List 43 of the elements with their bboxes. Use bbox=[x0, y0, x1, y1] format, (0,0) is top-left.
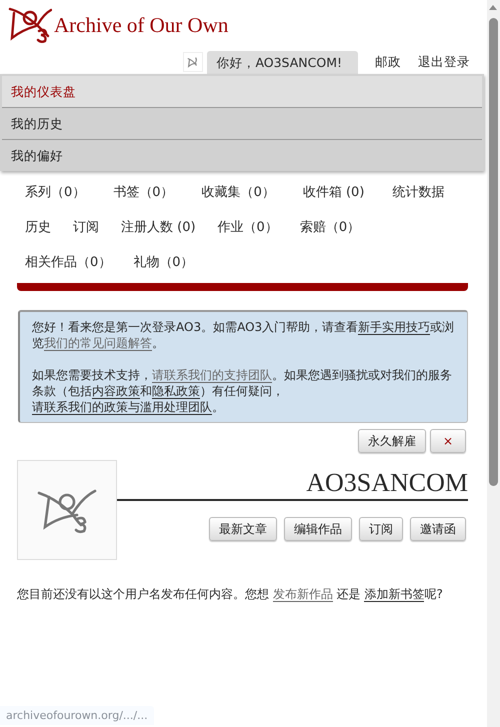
dashboard-link[interactable]: 书签（0） bbox=[113, 182, 174, 200]
scroll-up-icon[interactable] bbox=[489, 5, 497, 10]
dashboard-link[interactable]: 历史 bbox=[25, 218, 51, 236]
scrollbar[interactable] bbox=[487, 0, 500, 727]
user-icon[interactable] bbox=[183, 52, 204, 72]
dashboard-link[interactable]: 统计数据 bbox=[392, 182, 444, 200]
menu-item[interactable]: 我的偏好 bbox=[2, 140, 482, 171]
menu-item[interactable]: 我的仪表盘 bbox=[2, 76, 482, 108]
text-link[interactable]: 新手实用技巧 bbox=[358, 320, 430, 335]
dashboard-link[interactable]: 索赔（0） bbox=[300, 218, 360, 236]
close-button[interactable]: × bbox=[430, 429, 466, 453]
text-link[interactable]: 添加新书签 bbox=[364, 587, 424, 602]
username-heading: AO3SANCOM bbox=[117, 468, 468, 501]
text-link[interactable]: 发布新作品 bbox=[272, 587, 333, 602]
scroll-thumb[interactable] bbox=[489, 18, 498, 486]
profile-button[interactable]: 编辑作品 bbox=[284, 517, 352, 541]
dashboard-link[interactable]: 作业（0） bbox=[218, 218, 278, 236]
text-link[interactable]: 隐私政策 bbox=[152, 384, 200, 399]
nav-link[interactable]: 退出登录 bbox=[418, 54, 470, 70]
empty-message: 您目前还没有以这个用户名发布任何内容。您想 发布新作品 还是 添加新书签呢? bbox=[17, 586, 444, 603]
dashboard-link[interactable]: 收藏集（0） bbox=[202, 182, 275, 200]
avatar-icon bbox=[17, 460, 117, 560]
dashboard-link[interactable]: 订阅 bbox=[73, 218, 99, 236]
profile-button[interactable]: 最新文章 bbox=[209, 517, 277, 541]
greeting-tab[interactable]: 你好，AO3SANCOM! bbox=[207, 51, 358, 75]
text-link[interactable]: 请联系我们的政策与滥用处理团队 bbox=[32, 400, 212, 415]
dashboard-link[interactable]: 注册人数 (0) bbox=[121, 218, 196, 236]
dismiss-button[interactable]: 永久解雇 bbox=[358, 429, 426, 453]
profile-button[interactable]: 邀请函 bbox=[410, 517, 466, 541]
notice-text: 您好！看来您是第一次登录AO3。如需AO3入门帮助，请查看新手实用技巧或浏览我们的常见问题解答。 bbox=[32, 319, 456, 351]
menu-item[interactable]: 我的历史 bbox=[2, 108, 482, 140]
dashboard-link[interactable]: 系列（0） bbox=[25, 182, 86, 200]
status-url: archiveofourown.org/.../... bbox=[0, 706, 154, 725]
dashboard-link[interactable]: 收件箱 (0) bbox=[302, 182, 364, 200]
text-link[interactable]: 我们的常见问题解答 bbox=[44, 336, 152, 351]
site-title[interactable]: Archive of Our Own bbox=[54, 13, 228, 38]
nav-link[interactable]: 邮政 bbox=[375, 54, 401, 70]
text-link[interactable]: 请联系我们的支持团队 bbox=[152, 368, 272, 383]
profile-button[interactable]: 订阅 bbox=[359, 517, 403, 541]
text-link[interactable]: 内容政策 bbox=[92, 384, 140, 399]
dashboard-link[interactable]: 礼物（0） bbox=[133, 252, 194, 270]
notice-text: 如果您需要技术支持，请联系我们的支持团队。如果您遇到骚扰或对我们的服务条款（包括内容政策和隐私政策）有任何疑问， 请联系我们的政策与滥用处理团队。 bbox=[32, 367, 453, 415]
dashboard-link[interactable]: 相关作品（0） bbox=[25, 252, 112, 270]
